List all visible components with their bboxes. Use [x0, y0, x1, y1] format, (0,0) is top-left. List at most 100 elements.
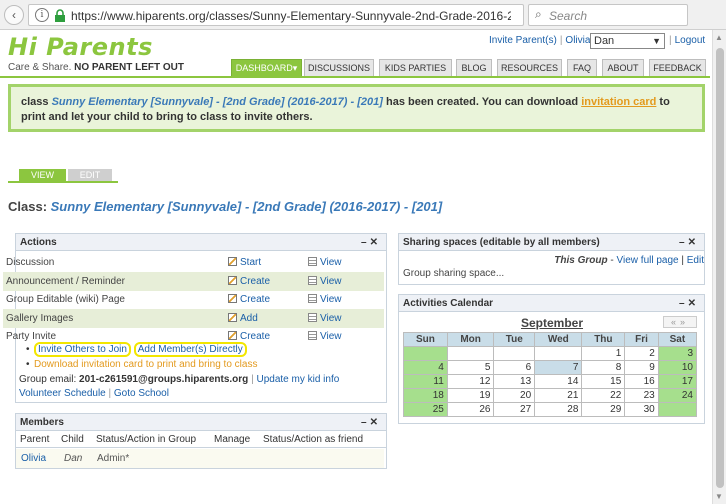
invite-parents-link[interactable]: Invite Parent(s): [489, 35, 557, 46]
scroll-up-icon[interactable]: ▲: [715, 33, 723, 42]
page-scrollbar[interactable]: ▲ ▼: [712, 30, 726, 504]
lock-icon: [55, 9, 65, 22]
calendar-day[interactable]: 16: [624, 374, 659, 389]
info-icon[interactable]: i: [35, 8, 49, 22]
calendar-day[interactable]: 1: [581, 346, 626, 361]
tab-feedback[interactable]: FEEDBACK: [649, 59, 706, 76]
search-icon: ⌕: [535, 7, 542, 21]
calendar-day[interactable]: 18: [403, 388, 448, 403]
invite-others-link[interactable]: Invite Others to Join: [38, 344, 127, 355]
tab-discussions[interactable]: DISCUSSIONS: [304, 59, 374, 76]
calendar-day[interactable]: 24: [657, 388, 698, 403]
calendar-day[interactable]: [403, 346, 448, 361]
add-members-link[interactable]: Add Member(s) Directly: [138, 344, 243, 355]
calendar-day[interactable]: 26: [446, 402, 495, 417]
calendar-day[interactable]: [446, 346, 495, 361]
view-full-page-link[interactable]: View full page: [617, 255, 679, 266]
invitation-card-link[interactable]: invitation card: [581, 96, 656, 108]
panel-controls-icon[interactable]: –✕: [361, 414, 381, 431]
class-title-label: Class:: [8, 199, 51, 214]
edit-sharing-link[interactable]: Edit: [687, 255, 704, 266]
logout-area: | Logout: [669, 35, 706, 46]
calendar-day[interactable]: 19: [446, 388, 495, 403]
tab-faq[interactable]: FAQ: [567, 59, 597, 76]
calendar-next-button[interactable]: »: [680, 317, 689, 327]
download-card-link[interactable]: Download invitation card to print and br…: [34, 359, 257, 370]
group-email-value: 201-c261591@groups.hiparents.org: [79, 374, 249, 385]
calendar-day[interactable]: 21: [534, 388, 583, 403]
calendar-day-today[interactable]: 7: [534, 360, 583, 375]
calendar-day[interactable]: 28: [534, 402, 583, 417]
logout-link[interactable]: Logout: [675, 35, 706, 46]
action-view-link[interactable]: View: [320, 331, 342, 342]
calendar-day[interactable]: 22: [581, 388, 626, 403]
tab-blog[interactable]: BLOG: [456, 59, 492, 76]
calendar-day[interactable]: 12: [446, 374, 495, 389]
calendar-day[interactable]: 9: [624, 360, 659, 375]
top-user-links: Invite Parent(s) | Olivia: [489, 35, 591, 46]
action-view-link[interactable]: View: [320, 276, 342, 287]
action-row-wiki: Group Editable (wiki) Page Create View: [3, 290, 384, 309]
calendar-day[interactable]: 15: [581, 374, 626, 389]
edit-tab[interactable]: EDIT: [68, 169, 112, 181]
child-select[interactable]: Dan ▼: [590, 33, 665, 49]
action-view-link[interactable]: View: [320, 313, 342, 324]
calendar-day[interactable]: 6: [493, 360, 536, 375]
calendar-day[interactable]: 10: [657, 360, 698, 375]
calendar-day[interactable]: [657, 402, 698, 417]
calendar-day[interactable]: 4: [403, 360, 448, 375]
back-arrow-icon[interactable]: ‹: [4, 5, 24, 25]
panel-controls-icon[interactable]: –✕: [361, 234, 381, 251]
calendar-day[interactable]: [534, 346, 583, 361]
calendar-day[interactable]: 2: [624, 346, 659, 361]
site-logo[interactable]: Hi Parents: [8, 33, 153, 61]
group-email-label: Group email:: [19, 374, 77, 385]
tab-dashboard[interactable]: DASHBOARD▾: [231, 59, 302, 76]
volunteer-schedule-link[interactable]: Volunteer Schedule: [19, 388, 106, 399]
view-tab[interactable]: VIEW: [19, 169, 66, 181]
sharing-panel-header: Sharing spaces (editable by all members)…: [399, 234, 704, 251]
calendar-day[interactable]: 25: [403, 402, 448, 417]
document-icon: [308, 257, 317, 266]
tab-resources[interactable]: RESOURCES: [497, 59, 562, 76]
tagline-prefix: Care & Share.: [8, 62, 72, 73]
user-name-link[interactable]: Olivia: [565, 35, 590, 46]
member-status: Admin*: [97, 453, 130, 464]
address-bar[interactable]: i https://www.hiparents.org/classes/Sunn…: [28, 4, 541, 26]
calendar-day[interactable]: 20: [493, 388, 536, 403]
calendar-day[interactable]: 23: [624, 388, 659, 403]
goto-school-link[interactable]: Goto School: [114, 388, 169, 399]
calendar-day[interactable]: 8: [581, 360, 626, 375]
pencil-icon: [228, 331, 237, 340]
action-add-link[interactable]: Add: [240, 313, 258, 324]
calendar-day[interactable]: 5: [446, 360, 495, 375]
actions-panel-title: Actions: [20, 237, 57, 248]
panel-controls-icon[interactable]: –✕: [679, 234, 699, 251]
pencil-icon: [228, 276, 237, 285]
scroll-down-icon[interactable]: ▼: [715, 492, 723, 501]
action-create-link[interactable]: Create: [240, 331, 270, 342]
calendar-day[interactable]: 29: [581, 402, 626, 417]
member-parent-link[interactable]: Olivia: [21, 453, 46, 464]
tab-kids-parties[interactable]: KIDS PARTIES: [379, 59, 452, 76]
calendar-day[interactable]: 30: [624, 402, 659, 417]
calendar-day[interactable]: 27: [493, 402, 536, 417]
action-view-link[interactable]: View: [320, 294, 342, 305]
calendar-day[interactable]: 11: [403, 374, 448, 389]
action-start-link[interactable]: Start: [240, 257, 261, 268]
calendar-day[interactable]: 17: [657, 374, 698, 389]
calendar-day[interactable]: [493, 346, 536, 361]
tab-about[interactable]: ABOUT: [602, 59, 644, 76]
update-kid-link[interactable]: Update my kid info: [256, 374, 339, 385]
calendar-grid: Sun Mon Tue Wed Thu Fri Sat 1 2 3 4 5 6 …: [403, 332, 698, 417]
action-view-link[interactable]: View: [320, 257, 342, 268]
calendar-day[interactable]: 13: [493, 374, 536, 389]
browser-search-input[interactable]: ⌕ Search: [528, 4, 688, 26]
calendar-day[interactable]: 3: [657, 346, 698, 361]
scrollbar-thumb[interactable]: [716, 48, 724, 488]
action-create-link[interactable]: Create: [240, 276, 270, 287]
action-create-link[interactable]: Create: [240, 294, 270, 305]
calendar-day[interactable]: 14: [534, 374, 583, 389]
panel-controls-icon[interactable]: –✕: [679, 295, 699, 312]
calendar-prev-button[interactable]: «: [671, 317, 680, 327]
